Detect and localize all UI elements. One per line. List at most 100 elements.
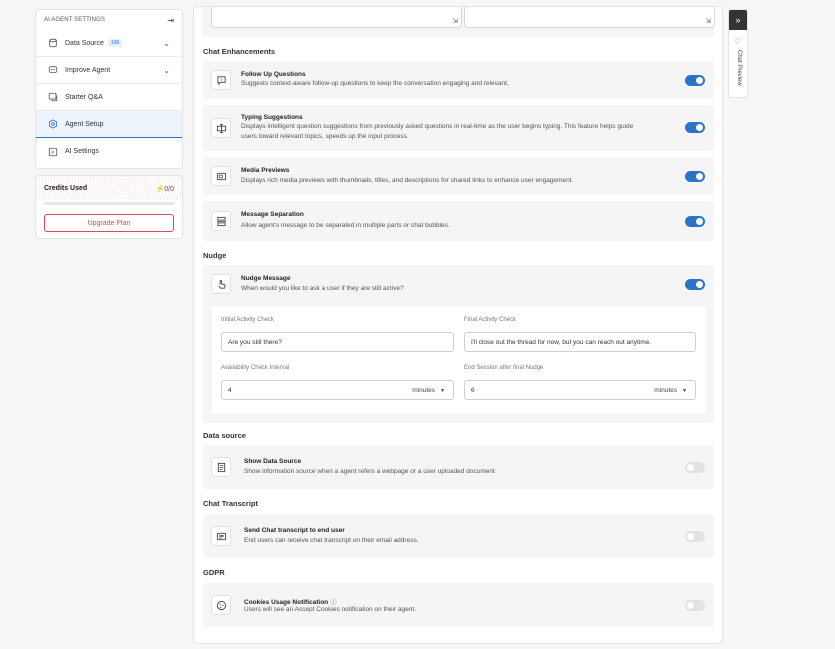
initial-check-input[interactable]: Are you still there? <box>221 332 454 352</box>
feature-description: Displays rich media previews with thumbn… <box>241 177 574 184</box>
database-icon <box>48 38 58 48</box>
sidebar-item-data-source[interactable]: Data Source 100 ⌄ <box>36 30 182 57</box>
credits-progress-bar <box>44 202 174 205</box>
unit-label: minutes <box>412 386 436 394</box>
textarea-right[interactable]: ⇲ <box>464 7 715 28</box>
end-unit-select[interactable]: minutes ▼ <box>654 387 687 394</box>
feature-title: Nudge Message <box>241 275 291 282</box>
document-icon <box>211 457 231 477</box>
caret-down-icon: ▼ <box>440 387 445 394</box>
media-previews-card: Media Previews Displays rich media previ… <box>203 157 714 195</box>
transcript-icon <box>211 526 231 546</box>
question-icon: ? <box>211 70 231 90</box>
settings-sidebar: AI AGENT SETTINGS ⇥ Data Source 100 ⌄ Im… <box>35 9 183 169</box>
message-separation-toggle[interactable] <box>685 216 705 227</box>
svg-text:AI: AI <box>51 149 55 154</box>
sidebar-item-label: Starter Q&A <box>65 93 103 101</box>
sidebar-item-label: Improve Agent <box>65 66 111 74</box>
feature-description: Suggests context-aware follow-up questio… <box>241 80 509 87</box>
section-title-nudge: Nudge <box>203 251 227 260</box>
feature-description: End users can receive chat transcript on… <box>244 537 419 544</box>
follow-up-toggle[interactable] <box>685 75 705 86</box>
chat-transcript-card: Send Chat transcript to end user End use… <box>203 514 714 558</box>
textarea-left[interactable]: ⇲ <box>211 7 462 28</box>
chat-transcript-toggle[interactable] <box>685 531 705 542</box>
cookies-toggle[interactable] <box>685 600 705 611</box>
typing-suggestions-toggle[interactable] <box>685 122 705 133</box>
chevron-down-icon[interactable]: ⌄ <box>163 39 170 48</box>
credits-title: Credits Used <box>44 185 88 192</box>
caret-down-icon: ▼ <box>682 387 687 394</box>
sidebar-item-label: AI Settings <box>65 148 99 155</box>
end-session-label: End Session after final Nudge <box>464 365 544 371</box>
chevron-down-icon[interactable]: ⌄ <box>163 66 170 75</box>
show-data-source-card: Show Data Source Show information source… <box>203 445 714 489</box>
upgrade-plan-button[interactable]: Upgrade Plan <box>44 214 174 232</box>
sidebar-header: AI AGENT SETTINGS ⇥ <box>36 10 182 30</box>
interval-input[interactable]: 4 minutes ▼ <box>221 380 454 400</box>
feature-description: When would you like to ask a user if the… <box>241 285 404 292</box>
nudge-card: Nudge Message When would you like to ask… <box>203 265 714 423</box>
chat-preview-tab[interactable]: » ♡ Chat Preview <box>728 9 748 98</box>
sidebar-item-ai-settings[interactable]: AI AI Settings <box>36 138 182 165</box>
sidebar-item-agent-setup[interactable]: Agent Setup <box>36 111 182 138</box>
feature-title: Media Previews <box>241 167 290 174</box>
resize-handle-icon[interactable]: ⇲ <box>705 17 711 25</box>
sidebar-item-starter-qa[interactable]: Starter Q&A <box>36 84 182 111</box>
typing-suggestions-card: Typing Suggestions Displays intelligent … <box>203 105 714 151</box>
interval-unit-select[interactable]: minutes ▼ <box>412 387 445 394</box>
section-title-data-source: Data source <box>203 431 246 440</box>
feature-title: Typing Suggestions <box>241 114 303 121</box>
feature-description: Users will see an Accept Cookies notific… <box>244 606 416 613</box>
collapse-sidebar-icon[interactable]: ⇥ <box>167 16 174 25</box>
interval-value: 4 <box>228 386 232 394</box>
feature-description: Show information source when a agent ref… <box>244 468 495 475</box>
message-separation-card: Message Separation Allow agent's message… <box>203 201 714 241</box>
expand-icon[interactable]: » <box>729 10 747 30</box>
feature-description: Displays intelligent question suggestion… <box>241 123 634 130</box>
sidebar-title: AI AGENT SETTINGS <box>44 17 105 23</box>
end-session-value: 6 <box>471 386 475 394</box>
credits-card: Credits Used ⚡0/0 Upgrade Plan <box>35 175 183 239</box>
qa-icon <box>48 92 58 102</box>
section-title-gdpr: GDPR <box>203 568 225 577</box>
cookie-icon <box>211 595 231 615</box>
sidebar-item-label: Agent Setup <box>65 120 104 128</box>
interval-label: Availability Check Interval <box>221 365 290 371</box>
cookies-card: Cookies Usage Notification ⓘ Users will … <box>203 583 714 627</box>
agent-setup-panel: ⇲ ⇲ Chat Enhancements ? Follow Up Questi… <box>193 6 723 644</box>
follow-up-card: ? Follow Up Questions Suggests context-a… <box>203 61 714 99</box>
ai-icon: AI <box>48 147 58 157</box>
unit-label: minutes <box>654 386 678 394</box>
previous-section-strip: ⇲ ⇲ <box>202 7 715 37</box>
nudge-toggle[interactable] <box>685 279 705 290</box>
hand-pointer-icon <box>211 274 231 294</box>
feature-description: Allow agent's message to be separated in… <box>241 222 450 229</box>
separation-icon <box>211 211 231 231</box>
typing-icon <box>211 118 231 138</box>
nudge-settings-form: Initial Activity Check Are you still the… <box>212 306 706 414</box>
credits-value: 0/0 <box>164 186 174 193</box>
feature-title: Show Data Source <box>244 458 302 465</box>
settings-icon <box>48 119 58 129</box>
sidebar-item-label: Data Source <box>65 39 104 47</box>
media-previews-toggle[interactable] <box>685 171 705 182</box>
feature-title: Follow Up Questions <box>241 71 306 78</box>
svg-text:?: ? <box>219 77 222 82</box>
feature-description-continued: users toward relevant topics, speeds up … <box>241 133 409 140</box>
media-icon <box>211 166 231 186</box>
resize-handle-icon[interactable]: ⇲ <box>452 17 458 25</box>
feature-title: Message Separation <box>241 211 304 218</box>
section-title-chat-enhancements: Chat Enhancements <box>203 47 276 56</box>
sidebar-item-improve-agent[interactable]: Improve Agent ⌄ <box>36 57 182 84</box>
chat-preview-label: Chat Preview <box>736 50 742 86</box>
initial-check-label: Initial Activity Check <box>221 317 275 323</box>
end-session-input[interactable]: 6 minutes ▼ <box>464 380 696 400</box>
improve-icon <box>48 65 58 75</box>
final-check-input[interactable]: I'll close out the thread for now, but y… <box>464 332 696 352</box>
show-data-source-toggle[interactable] <box>685 462 705 473</box>
section-title-chat-transcript: Chat Transcript <box>203 499 259 508</box>
final-check-label: Final Activity Check <box>464 317 517 323</box>
feature-title: Send Chat transcript to end user <box>244 527 345 534</box>
chat-heart-icon: ♡ <box>734 37 742 46</box>
